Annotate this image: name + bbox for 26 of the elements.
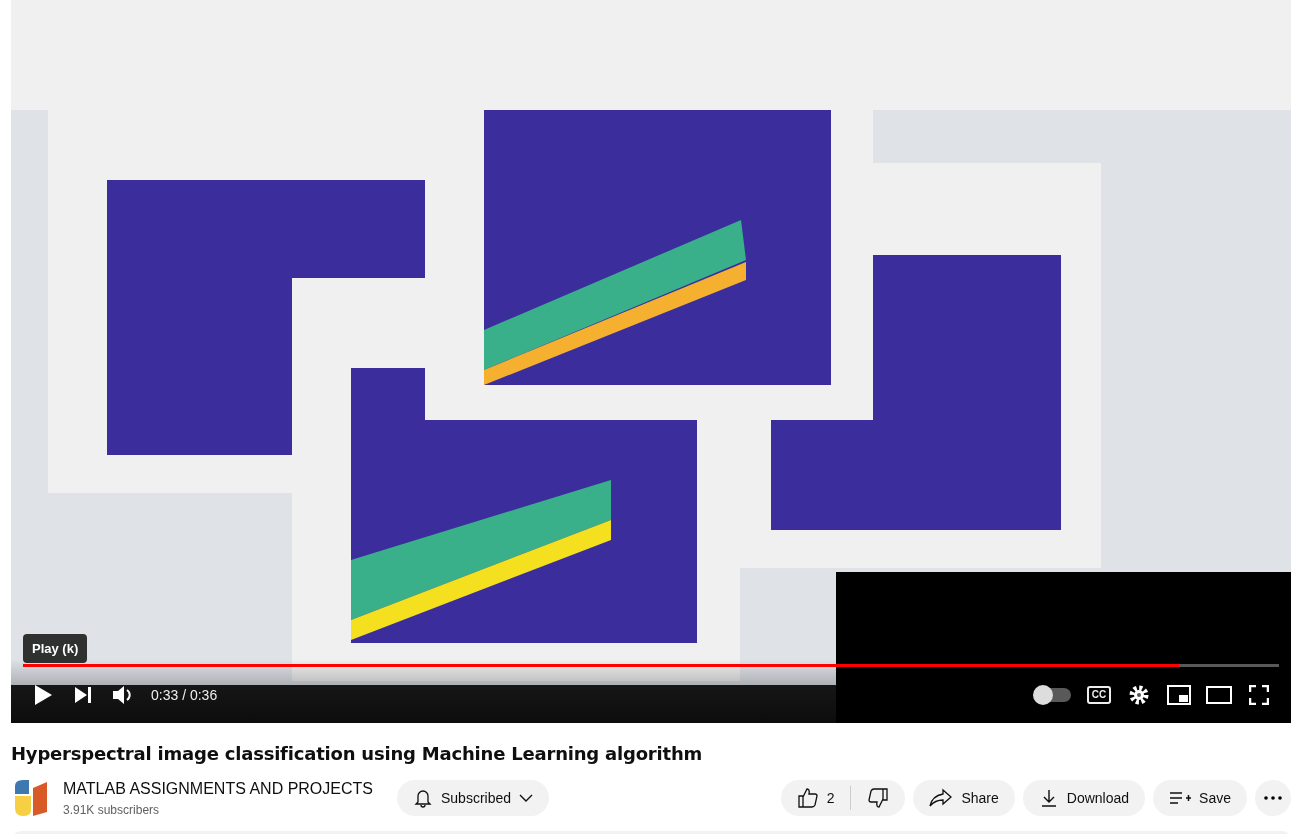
save-button[interactable]: Save — [1153, 780, 1247, 816]
bell-icon — [413, 788, 433, 808]
fullscreen-icon — [1249, 685, 1269, 705]
chevron-icon — [519, 793, 534, 803]
more-icon — [1264, 796, 1282, 800]
settings-icon — [1128, 684, 1150, 706]
subscribed-button[interactable]: Subscribed — [397, 780, 550, 816]
video-title: Hyperspectral image classification using Machine Learning algorithm — [11, 742, 704, 766]
time-display: 0:33 / 0:36 — [151, 685, 218, 705]
subtitles-button[interactable]: CC — [1079, 677, 1119, 713]
channel-name[interactable]: MATLAB ASSIGNMENTS AND PROJECTS — [63, 777, 373, 801]
share-button[interactable]: Share — [913, 780, 1015, 816]
next-icon — [74, 686, 92, 704]
miniplayer-icon — [1167, 685, 1191, 705]
thumbs-up-icon — [796, 787, 819, 809]
thumbs-down-icon — [867, 787, 890, 809]
download-button[interactable]: Download — [1022, 780, 1146, 816]
like-button[interactable]: 2 — [780, 780, 851, 816]
play-icon — [33, 684, 53, 706]
volume-icon — [112, 684, 134, 706]
more-button[interactable] — [1255, 780, 1291, 816]
add-to-playlist-icon — [1169, 790, 1192, 806]
tooltip: Play (k) — [23, 633, 88, 663]
subscriber-count: 3.91K subscribers — [63, 802, 161, 819]
theater-mode-icon — [1206, 686, 1232, 704]
share-arrow-icon — [929, 788, 954, 808]
